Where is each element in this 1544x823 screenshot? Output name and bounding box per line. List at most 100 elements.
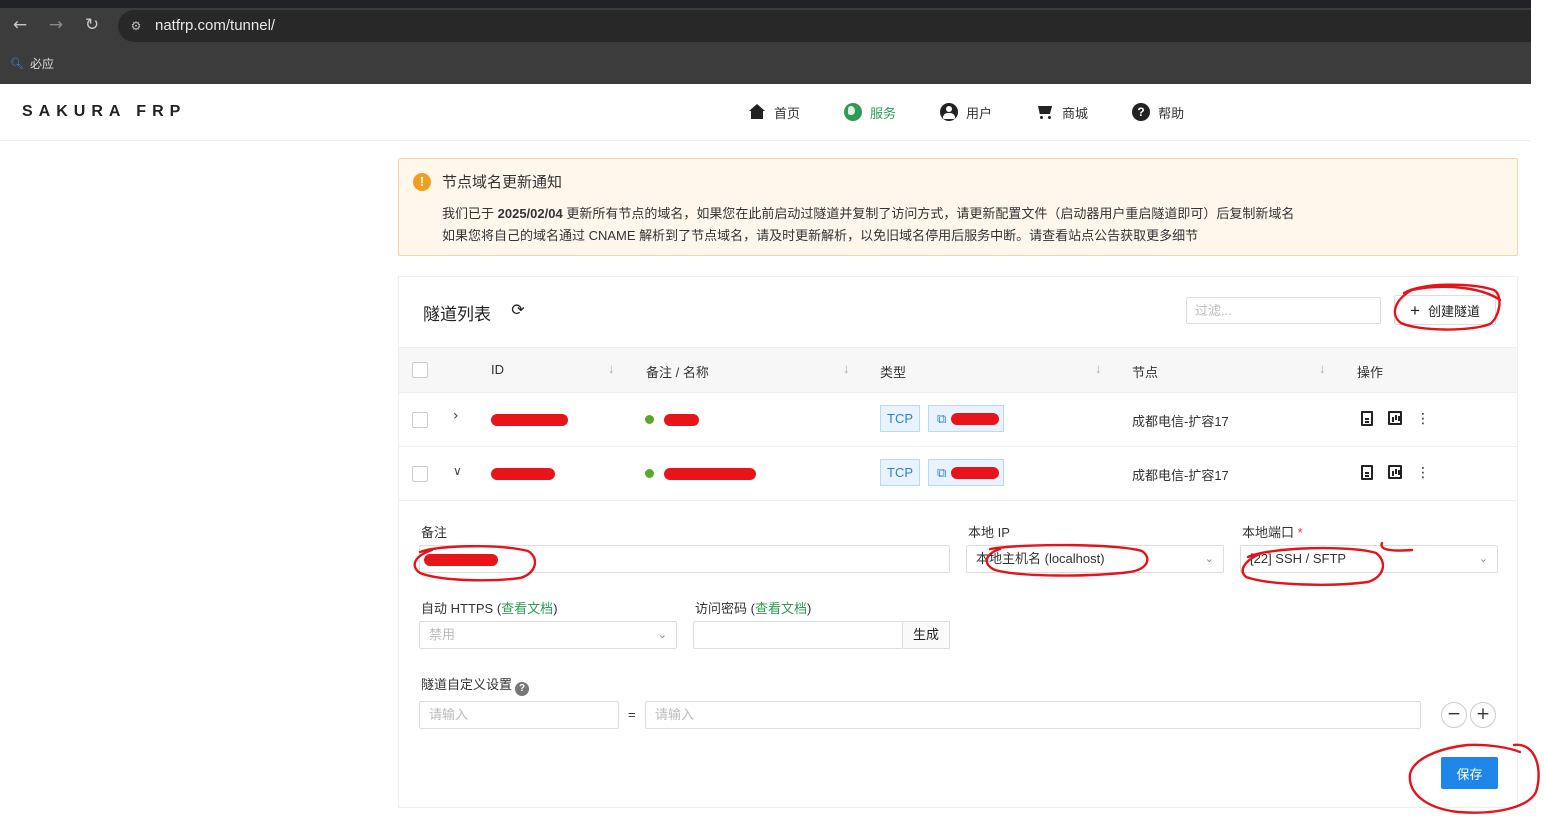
notice-title: 节点域名更新通知 bbox=[442, 174, 563, 191]
table-row[interactable]: ∨ TCP ⧉ 成都电信-扩容17 ⋮ bbox=[399, 447, 1517, 501]
redacted-id bbox=[491, 468, 555, 480]
auto-https-label-text: 自动 HTTPS ( bbox=[421, 601, 502, 616]
nav-home[interactable]: 首页 bbox=[748, 101, 800, 123]
row-checkbox[interactable] bbox=[412, 466, 428, 482]
redacted-name bbox=[664, 414, 699, 426]
column-id[interactable]: ID bbox=[491, 362, 504, 377]
notice-text: 我们已于 bbox=[442, 206, 498, 221]
custom-settings-label-text: 隧道自定义设置 bbox=[421, 677, 513, 692]
top-nav: 首页 服务 用户 商城 ? 帮助 bbox=[748, 101, 1228, 123]
warning-icon: ! bbox=[413, 173, 431, 191]
nav-store[interactable]: 商城 bbox=[1036, 101, 1088, 123]
nav-services[interactable]: 服务 bbox=[844, 101, 896, 123]
more-vert-icon[interactable]: ⋮ bbox=[1416, 411, 1430, 427]
auto-https-select[interactable]: 禁用 ⌄ bbox=[419, 621, 677, 649]
password-docs-link[interactable]: 查看文档 bbox=[755, 601, 807, 616]
row-checkbox[interactable] bbox=[412, 412, 428, 428]
chevron-right-icon[interactable]: › bbox=[453, 408, 459, 424]
column-node[interactable]: 节点 bbox=[1132, 362, 1158, 381]
notice-text: 更新所有节点的域名，如果您在此前启动过隧道并复制了访问方式，请更新配置文件（启动… bbox=[562, 206, 1295, 221]
status-online-dot bbox=[645, 415, 654, 424]
search-icon: 🔍︎ bbox=[10, 57, 24, 70]
nav-home-label: 首页 bbox=[774, 105, 801, 121]
stats-icon[interactable] bbox=[1388, 465, 1402, 479]
access-password-input[interactable] bbox=[693, 621, 903, 649]
cart-icon bbox=[1036, 103, 1054, 121]
redacted-remark bbox=[424, 554, 498, 566]
reload-icon[interactable]: ↻ bbox=[81, 14, 103, 36]
sort-arrow-icon[interactable]: ↓ bbox=[1095, 361, 1102, 376]
access-password-label: 访问密码 (查看文档) bbox=[695, 598, 811, 617]
site-logo[interactable]: SAKURA FRP bbox=[22, 103, 186, 121]
custom-settings-label: 隧道自定义设置? bbox=[421, 674, 530, 696]
config-doc-icon[interactable] bbox=[1361, 465, 1373, 480]
required-mark: * bbox=[1297, 525, 1303, 540]
address-bar[interactable]: ⚙ natfrp.com/tunnel/ bbox=[118, 10, 1531, 42]
local-ip-value: 本地主机名 (localhost) bbox=[976, 551, 1105, 566]
stats-icon[interactable] bbox=[1388, 411, 1402, 425]
status-online-dot bbox=[645, 469, 654, 478]
nav-services-label: 服务 bbox=[870, 105, 897, 121]
remark-input[interactable] bbox=[419, 545, 950, 573]
column-type[interactable]: 类型 bbox=[880, 362, 906, 381]
chevron-down-icon: ⌄ bbox=[657, 628, 667, 641]
more-vert-icon[interactable]: ⋮ bbox=[1416, 465, 1430, 481]
forward-icon[interactable]: → bbox=[45, 14, 67, 36]
browser-chrome: ← → ↻ ⚙ natfrp.com/tunnel/ 🔍︎ 必应 bbox=[0, 0, 1531, 84]
plus-icon: + bbox=[1410, 300, 1420, 320]
local-ip-select[interactable]: 本地主机名 (localhost) ⌄ bbox=[966, 545, 1224, 573]
globe-icon bbox=[844, 103, 863, 121]
save-button[interactable]: 保存 bbox=[1441, 757, 1498, 789]
auto-https-label: 自动 HTTPS (查看文档) bbox=[421, 598, 558, 617]
home-icon bbox=[748, 103, 766, 121]
node-name: 成都电信-扩容17 bbox=[1132, 414, 1229, 429]
local-port-select[interactable]: [22] SSH / SFTP ⌄ bbox=[1240, 545, 1498, 573]
https-docs-link[interactable]: 查看文档 bbox=[501, 601, 553, 616]
refresh-icon[interactable]: ⟳ bbox=[510, 302, 526, 318]
nav-store-label: 商城 bbox=[1062, 105, 1089, 121]
help-circle-icon[interactable]: ? bbox=[515, 682, 530, 696]
remark-label: 备注 bbox=[421, 525, 448, 540]
column-actions: 操作 bbox=[1357, 365, 1384, 380]
redacted-port bbox=[951, 413, 999, 425]
bookmark-label: 必应 bbox=[29, 56, 54, 71]
back-icon[interactable]: ← bbox=[9, 14, 31, 36]
node-name: 成都电信-扩容17 bbox=[1132, 468, 1229, 483]
custom-key-input[interactable]: 请输入 bbox=[419, 701, 619, 729]
filter-input[interactable] bbox=[1186, 297, 1381, 324]
site-header: SAKURA FRP 首页 服务 用户 商城 ? 帮助 bbox=[0, 84, 1531, 141]
local-port-label-text: 本地端口 bbox=[1242, 525, 1295, 540]
sort-arrow-icon[interactable]: ↓ bbox=[1319, 361, 1326, 376]
notice-line-2: 如果您将自己的域名通过 CNAME 解析到了节点域名，请及时更新解析，以免旧域名… bbox=[442, 228, 1199, 243]
create-tunnel-label: 创建隧道 bbox=[1427, 303, 1480, 319]
paren: ) bbox=[553, 601, 558, 616]
help-icon: ? bbox=[1132, 103, 1151, 121]
domain-update-notice: ! 节点域名更新通知 我们已于 2025/02/04 更新所有节点的域名，如果您… bbox=[398, 158, 1518, 256]
select-all-checkbox[interactable] bbox=[412, 362, 428, 378]
remove-row-button[interactable]: − bbox=[1441, 702, 1467, 728]
config-doc-icon[interactable] bbox=[1361, 411, 1373, 426]
sort-arrow-icon[interactable]: ↓ bbox=[843, 361, 850, 376]
column-name[interactable]: 备注 / 名称 bbox=[646, 362, 709, 381]
notice-date: 2025/02/04 bbox=[497, 206, 563, 221]
table-header: ID ↓ 备注 / 名称 ↓ 类型 ↓ 节点 ↓ 操作 bbox=[399, 347, 1517, 393]
custom-value-input[interactable]: 请输入 bbox=[645, 701, 1421, 729]
card-title: 隧道列表 bbox=[423, 305, 491, 324]
user-icon bbox=[940, 103, 959, 121]
chevron-down-icon[interactable]: ∨ bbox=[453, 464, 462, 478]
nav-help[interactable]: ? 帮助 bbox=[1132, 101, 1184, 123]
equals-sign: = bbox=[628, 707, 636, 722]
sort-arrow-icon[interactable]: ↓ bbox=[608, 361, 615, 376]
access-password-label-text: 访问密码 ( bbox=[695, 601, 755, 616]
generate-password-button[interactable]: 生成 bbox=[903, 621, 950, 649]
add-row-button[interactable]: + bbox=[1470, 702, 1496, 728]
nav-user[interactable]: 用户 bbox=[940, 101, 992, 123]
table-row[interactable]: › TCP ⧉ 成都电信-扩容17 ⋮ bbox=[399, 393, 1517, 447]
redacted-name bbox=[664, 468, 756, 480]
site-settings-icon[interactable]: ⚙ bbox=[126, 16, 146, 36]
copy-address-button[interactable]: ⧉ bbox=[928, 459, 1004, 486]
bookmark-item[interactable]: 🔍︎ 必应 bbox=[10, 54, 54, 72]
type-tag: TCP bbox=[880, 405, 920, 432]
create-tunnel-button[interactable]: + 创建隧道 bbox=[1394, 295, 1496, 325]
copy-address-button[interactable]: ⧉ bbox=[928, 405, 1004, 432]
